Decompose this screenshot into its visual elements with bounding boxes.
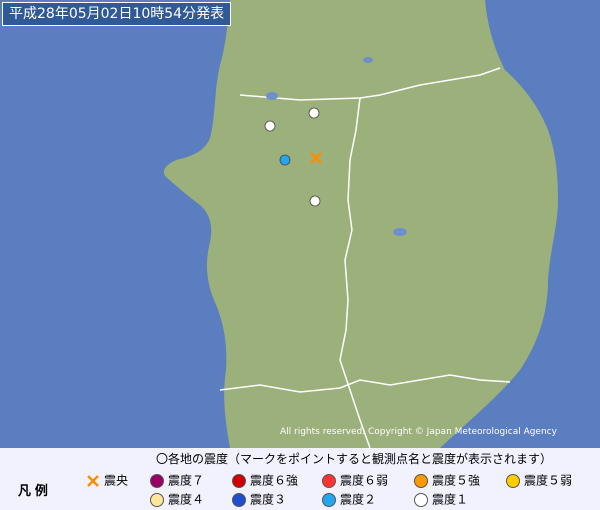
intensity-1-station-marker[interactable] xyxy=(308,107,320,119)
legend-item-intensity-5-upper: 震度５強 xyxy=(414,472,480,488)
intensity-1-station-marker[interactable] xyxy=(309,195,321,207)
lake xyxy=(393,228,407,236)
intensity-5-upper-dot xyxy=(414,473,428,488)
intensity-2-dot xyxy=(322,492,336,507)
intensity-7-dot xyxy=(150,473,164,488)
lake xyxy=(266,92,278,100)
intensity-1-station-marker[interactable] xyxy=(264,120,276,132)
intensity-3-dot xyxy=(232,492,246,507)
legend-label: 凡例 xyxy=(18,484,52,499)
legend-item-intensity-6-upper: 震度６強 xyxy=(232,472,298,488)
intensity-5-lower-dot xyxy=(506,473,520,488)
legend-item-label: 震度５弱 xyxy=(524,473,573,488)
legend-item-label: 震度５強 xyxy=(432,473,481,488)
intensity-6-lower-dot xyxy=(322,473,336,488)
legend-item-epicenter: 震央 xyxy=(86,472,128,488)
copyright-credit: All rights reserved. Copyright © Japan M… xyxy=(280,427,557,437)
legend-item-intensity-2: 震度２ xyxy=(322,491,376,507)
legend-item-label: 震度６強 xyxy=(250,473,299,488)
legend-item-label: 震度２ xyxy=(340,492,377,507)
legend-item-label: 震度３ xyxy=(250,492,287,507)
legend-heading: 〇各地の震度（マークをポイントすると観測点名と震度が表示されます） xyxy=(156,452,553,466)
map-page: 平成28年05月02日10時54分発表 All rights reserved.… xyxy=(0,0,600,510)
legend-item-intensity-5-lower: 震度５弱 xyxy=(506,472,572,488)
legend-item-intensity-7: 震度７ xyxy=(150,472,204,488)
intensity-4-dot xyxy=(150,492,164,507)
legend-item-label: 震度４ xyxy=(168,492,205,507)
intensity-2-station-marker[interactable] xyxy=(279,154,291,166)
issue-timestamp: 平成28年05月02日10時54分発表 xyxy=(2,2,232,26)
intensity-6-upper-dot xyxy=(232,473,246,488)
legend-item-intensity-1: 震度１ xyxy=(414,491,468,507)
legend-item-label: 震度７ xyxy=(168,473,205,488)
regional-map xyxy=(0,0,600,448)
lake xyxy=(363,57,373,63)
legend-item-intensity-3: 震度３ xyxy=(232,491,286,507)
legend-item-intensity-4: 震度４ xyxy=(150,491,204,507)
epicenter-icon xyxy=(87,474,99,487)
legend-item-intensity-6-lower: 震度６弱 xyxy=(322,472,388,488)
legend-item-label: 震度１ xyxy=(432,492,469,507)
legend-item-label: 震度６弱 xyxy=(340,473,389,488)
legend-panel: 〇各地の震度（マークをポイントすると観測点名と震度が表示されます） 凡例 震央 … xyxy=(0,448,600,510)
intensity-1-dot xyxy=(414,492,428,507)
legend-item-label: 震央 xyxy=(104,473,129,488)
